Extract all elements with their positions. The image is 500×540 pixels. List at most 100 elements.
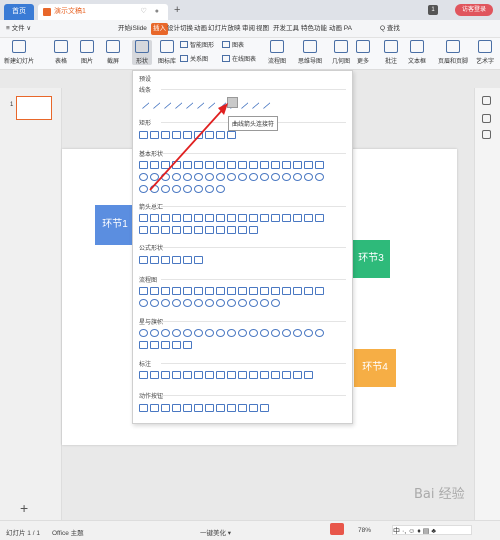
beautify-button[interactable]: 一键美化 ▾ [200, 527, 231, 537]
section-action-buttons: 动作按钮 [139, 394, 164, 400]
menu-slideshow[interactable]: 幻灯片放映 [208, 23, 241, 35]
textbox-icon [410, 40, 424, 53]
section-equation: 公式形状 [139, 246, 164, 252]
section-divider [161, 247, 346, 248]
mindmap-button[interactable]: 思维导图 [298, 40, 322, 65]
action-button-shapes-row[interactable] [139, 404, 349, 414]
mindmap-icon [303, 40, 317, 53]
textbox-button[interactable]: 文本框 [408, 40, 426, 65]
login-button[interactable]: 访客登录 [455, 4, 493, 16]
menu-file[interactable]: ≡ 文件 ∨ [6, 23, 31, 35]
table-icon [54, 40, 68, 53]
document-title: 演示文稿1 [54, 8, 86, 15]
relation-icon [180, 55, 188, 62]
menu-bar: ≡ 文件 ∨ 开始 iSlide 插入 设计 切换 动画 幻灯片放映 审阅 视图… [0, 20, 500, 38]
comment-icon [384, 40, 398, 53]
section-lines: 线条 [139, 88, 152, 94]
header-footer-button[interactable]: 页眉和页脚 [438, 40, 468, 65]
slide-info: 幻灯片 1 / 1 [6, 530, 40, 537]
flowchart-icon [270, 40, 284, 53]
geometry-icon [334, 40, 348, 53]
arrow-shapes-row-2[interactable] [139, 226, 349, 236]
animation-icon[interactable] [482, 114, 491, 123]
screenshot-button[interactable]: 截屏 [106, 40, 120, 65]
ime-toolbar[interactable]: 中 ·, ☺ ♦ ▤ ♣ [392, 525, 472, 535]
equation-shapes-row[interactable] [139, 256, 349, 266]
presentation-icon [43, 8, 51, 16]
arrow-shapes-row-1[interactable] [139, 214, 349, 224]
zoom-level[interactable]: 78% [358, 527, 371, 534]
menu-start[interactable]: 开始 [118, 23, 131, 35]
picture-icon [80, 40, 94, 53]
title-bar: 首页 演示文稿1 ♡ ● + 1 访客登录 [0, 0, 500, 20]
star-shapes-row-1[interactable] [139, 329, 349, 339]
menu-view[interactable]: 视图 [256, 23, 269, 35]
flowchart-button[interactable]: 流程图 [268, 40, 286, 65]
ribbon: 新建幻灯片 表格 图片 截屏 形状 图标库 智能图形 图表 关系图 在线图表 流… [0, 38, 500, 70]
menu-review[interactable]: 审阅 [242, 23, 255, 35]
menu-transition[interactable]: 切换 [180, 23, 193, 35]
new-slide-button[interactable]: 新建幻灯片 [4, 40, 34, 65]
section-divider [161, 363, 346, 364]
section-divider [161, 321, 346, 322]
flowchart-shapes-row-2[interactable] [139, 299, 349, 309]
icon-library-button[interactable]: 图标库 [158, 40, 176, 65]
flowchart-shapes-row-1[interactable] [139, 287, 349, 297]
online-chart-button[interactable]: 在线图表 [222, 55, 256, 65]
chart-button[interactable]: 图表 [222, 41, 244, 51]
slide-thumbnail[interactable] [16, 96, 52, 120]
tab-document[interactable]: 演示文稿1 ♡ ● [38, 4, 168, 20]
menu-pa[interactable]: 动画 PA [329, 23, 352, 35]
comment-button[interactable]: 批注 [384, 40, 398, 65]
picture-button[interactable]: 图片 [80, 40, 94, 65]
menu-insert[interactable]: 插入 [151, 23, 168, 35]
section-divider [161, 206, 346, 207]
section-box-3[interactable]: 环节3 [352, 240, 390, 278]
icon-library-icon [160, 40, 174, 53]
relation-button[interactable]: 关系图 [180, 55, 208, 65]
wordart-button[interactable]: 艺术字 [476, 40, 494, 65]
section-divider [161, 395, 346, 396]
section-callouts: 标注 [139, 362, 152, 368]
scissors-icon [106, 40, 120, 53]
section-box-1[interactable]: 环节1 [95, 205, 135, 245]
watermark: Bai 经验 [414, 487, 465, 502]
tab-home[interactable]: 首页 [4, 4, 34, 20]
menu-animation[interactable]: 动画 [194, 23, 207, 35]
menu-features[interactable]: 特色功能 [301, 23, 327, 35]
more-button[interactable]: 更多 [356, 40, 370, 65]
menu-islide[interactable]: iSlide [131, 23, 147, 35]
callout-shapes-row[interactable] [139, 371, 349, 381]
add-tab-button[interactable]: + [174, 4, 180, 16]
theme-name: Office 主题 [52, 530, 84, 537]
smartart-button[interactable]: 智能图形 [180, 41, 214, 51]
section-box-4[interactable]: 环节4 [354, 349, 396, 387]
copy-icon[interactable] [482, 130, 491, 139]
red-arrow-annotation [149, 103, 228, 191]
menu-developer[interactable]: 开发工具 [273, 23, 299, 35]
play-slideshow-button[interactable] [330, 523, 344, 535]
star-shapes-row-2[interactable] [139, 341, 349, 351]
shape-icon [135, 40, 149, 53]
slide-thumbnail-panel [0, 88, 62, 520]
preset-title: 预设 [139, 77, 152, 83]
shape-button[interactable]: 形状 [132, 40, 152, 65]
header-footer-icon [446, 40, 460, 53]
window-count-badge[interactable]: 1 [428, 5, 438, 15]
search-button[interactable]: Q 查找 [380, 23, 400, 35]
menu-design[interactable]: 设计 [167, 23, 180, 35]
tab-controls[interactable]: ♡ ● [141, 4, 162, 20]
wordart-icon [478, 40, 492, 53]
online-chart-icon [222, 55, 230, 62]
properties-icon[interactable] [482, 96, 491, 105]
smartart-icon [180, 41, 188, 48]
section-stars: 星与旗帜 [139, 320, 164, 326]
slide-icon [12, 40, 26, 53]
right-sidebar [474, 88, 500, 520]
geometry-button[interactable]: 几何图 [332, 40, 350, 65]
table-button[interactable]: 表格 [54, 40, 68, 65]
chart-icon [222, 41, 230, 48]
add-slide-button[interactable]: + [20, 500, 28, 516]
section-divider [161, 279, 346, 280]
more-icon [356, 40, 370, 53]
